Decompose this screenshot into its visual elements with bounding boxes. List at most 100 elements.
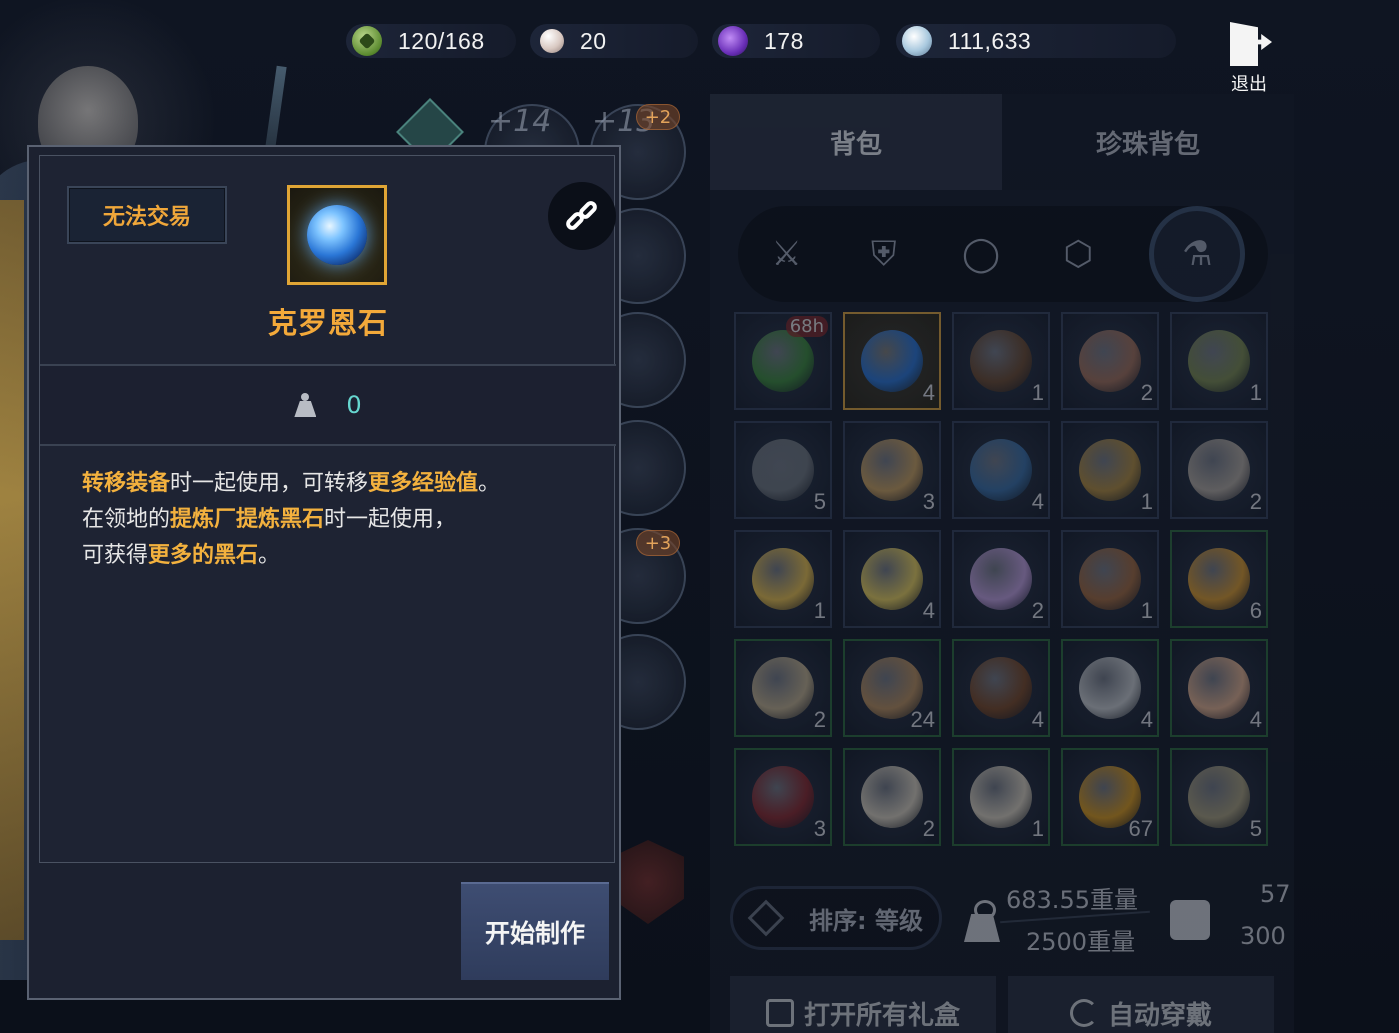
crystal-icon	[718, 26, 748, 56]
inventory-slot[interactable]: 2	[1061, 312, 1159, 410]
exit-button[interactable]: 退出	[1218, 18, 1280, 96]
item-quantity: 3	[813, 816, 826, 841]
share-link-button[interactable]	[548, 182, 616, 250]
desc-text: 时一起使用，	[324, 507, 457, 532]
desc-highlight: 转移装备	[82, 471, 171, 496]
weight-icon	[294, 393, 316, 417]
inventory-slot[interactable]: 4	[1061, 639, 1159, 737]
item-detail-popup: 无法交易 克罗恩石 0 转移装备时一起使用，可转移更多经验值。 在领地的提炼厂提…	[27, 145, 621, 1000]
inventory-slot[interactable]: 5	[1170, 748, 1268, 846]
item-quantity: 2	[1249, 489, 1262, 514]
desc-highlight: 更多经验值	[368, 471, 479, 496]
item-quantity: 5	[813, 489, 826, 514]
ring-icon[interactable]: ◯	[955, 228, 1007, 280]
item-art-icon	[1188, 330, 1250, 392]
inventory-actions: 打开所有礼盒 自动穿戴	[730, 976, 1274, 1033]
resource-energy[interactable]: 120/168	[346, 24, 516, 58]
auto-equip-label: 自动穿戴	[1107, 1000, 1212, 1031]
pearl-icon	[540, 29, 564, 53]
item-art-icon	[1079, 657, 1141, 719]
silver-icon	[902, 26, 932, 56]
inventory-slot[interactable]: 1	[952, 748, 1050, 846]
item-quantity: 5	[1249, 816, 1262, 841]
inventory-slot[interactable]: 1	[734, 530, 832, 628]
slots-current: 57	[1260, 880, 1291, 908]
resource-silver[interactable]: 111,633	[896, 24, 1176, 58]
inventory-slot[interactable]: 1	[1170, 312, 1268, 410]
inventory-slot[interactable]: 2	[952, 530, 1050, 628]
link-icon	[563, 198, 600, 233]
item-quantity: 4	[1249, 707, 1262, 732]
equip-slot-enhance-badge: +2	[636, 104, 680, 130]
item-timer: 68h	[785, 316, 828, 337]
armor-icon[interactable]: ⛨	[858, 228, 910, 280]
swords-icon[interactable]: ⚔	[761, 228, 813, 280]
inventory-slot[interactable]: 68h	[734, 312, 832, 410]
item-description: 转移装备时一起使用，可转移更多经验值。 在领地的提炼厂提炼黑石时一起使用， 可获…	[82, 466, 582, 574]
resource-crystal[interactable]: 178	[712, 24, 880, 58]
inventory-slot[interactable]: 4	[952, 421, 1050, 519]
item-art-icon	[1079, 548, 1141, 610]
potion-icon[interactable]: ⚗	[1149, 206, 1246, 302]
item-art-icon	[1079, 439, 1141, 501]
inventory-slot[interactable]: 1	[1061, 530, 1159, 628]
item-quantity: 67	[1128, 816, 1153, 841]
item-quantity: 1	[813, 598, 826, 623]
start-crafting-button[interactable]: 开始制作	[461, 882, 609, 980]
inventory-slot[interactable]: 4	[952, 639, 1050, 737]
blue-orb-icon	[307, 205, 367, 265]
item-art-icon	[752, 439, 814, 501]
inventory-slot[interactable]: 6	[1170, 530, 1268, 628]
inventory-slot[interactable]: 1	[952, 312, 1050, 410]
sort-icon	[747, 899, 785, 937]
inventory-slot[interactable]: 2	[843, 748, 941, 846]
inventory-panel: 背包 珍珠背包 ⚔ ⛨ ◯ ⬡ ⚗ 68h 4 1 2 1 5 3 4 1 2 1 4 2 1 6 2 24 4 4…	[710, 94, 1294, 1033]
open-all-gifts-label: 打开所有礼盒	[803, 1000, 960, 1031]
item-quantity: 4	[1031, 707, 1044, 732]
item-art-icon	[1079, 330, 1141, 392]
item-quantity: 2	[1140, 380, 1153, 405]
resource-silver-value: 111,633	[948, 27, 1032, 54]
open-all-gifts-button[interactable]: 打开所有礼盒	[730, 976, 996, 1033]
inventory-tabs: 背包 珍珠背包	[710, 94, 1294, 190]
desc-text: 时一起使用，可转移	[170, 471, 369, 496]
inventory-slot[interactable]: 1	[1061, 421, 1159, 519]
desc-line-2: 在领地的提炼厂提炼黑石时一起使用，	[82, 502, 582, 538]
item-art-icon	[1188, 766, 1250, 828]
item-quantity: 6	[1249, 598, 1262, 623]
refresh-icon	[1069, 999, 1098, 1027]
weight-icon	[962, 900, 1002, 944]
inventory-slot[interactable]: 4	[843, 312, 941, 410]
inventory-slot[interactable]: 4	[843, 530, 941, 628]
inventory-slot[interactable]: 5	[734, 421, 832, 519]
sort-button[interactable]: 排序: 等级	[730, 886, 942, 950]
inventory-slot[interactable]: 3	[734, 748, 832, 846]
inventory-filter-bar: ⚔ ⛨ ◯ ⬡ ⚗	[738, 206, 1268, 302]
inventory-slot[interactable]: 4	[1170, 639, 1268, 737]
inventory-slot[interactable]: 2	[734, 639, 832, 737]
auto-equip-button[interactable]: 自动穿戴	[1008, 976, 1274, 1033]
item-quantity: 4	[922, 380, 935, 405]
tab-bag[interactable]: 背包	[710, 94, 1002, 190]
sort-label: 排序: 等级	[809, 906, 923, 935]
tab-pearl-bag[interactable]: 珍珠背包	[1002, 94, 1294, 190]
weight-current: 683.55重量	[1006, 886, 1138, 914]
item-detail-content: 无法交易 克罗恩石 0 转移装备时一起使用，可转移更多经验值。 在领地的提炼厂提…	[39, 155, 616, 863]
inventory-slot[interactable]: 3	[843, 421, 941, 519]
item-quantity: 4	[1140, 707, 1153, 732]
item-art-icon	[752, 657, 814, 719]
item-art-icon	[1188, 439, 1250, 501]
inventory-slot[interactable]: 67	[1061, 748, 1159, 846]
inventory-slot[interactable]: 2	[1170, 421, 1268, 519]
equip-slot-enhance-badge: +3	[636, 530, 680, 556]
inventory-status-row: 排序: 等级 683.55重量 2500重量 57 300	[730, 880, 1291, 956]
item-art-icon	[970, 657, 1032, 719]
inventory-slot[interactable]: 24	[843, 639, 941, 737]
item-art-icon	[752, 330, 814, 392]
item-art-icon	[861, 330, 923, 392]
character-cape-trim	[0, 200, 24, 940]
inventory-grid: 68h 4 1 2 1 5 3 4 1 2 1 4 2 1 6 2 24 4 4 4 3 2 1 67 5	[734, 312, 1274, 866]
gem-icon[interactable]: ⬡	[1052, 228, 1104, 280]
desc-text: 。	[258, 543, 281, 568]
resource-pearl[interactable]: 20	[530, 24, 698, 58]
